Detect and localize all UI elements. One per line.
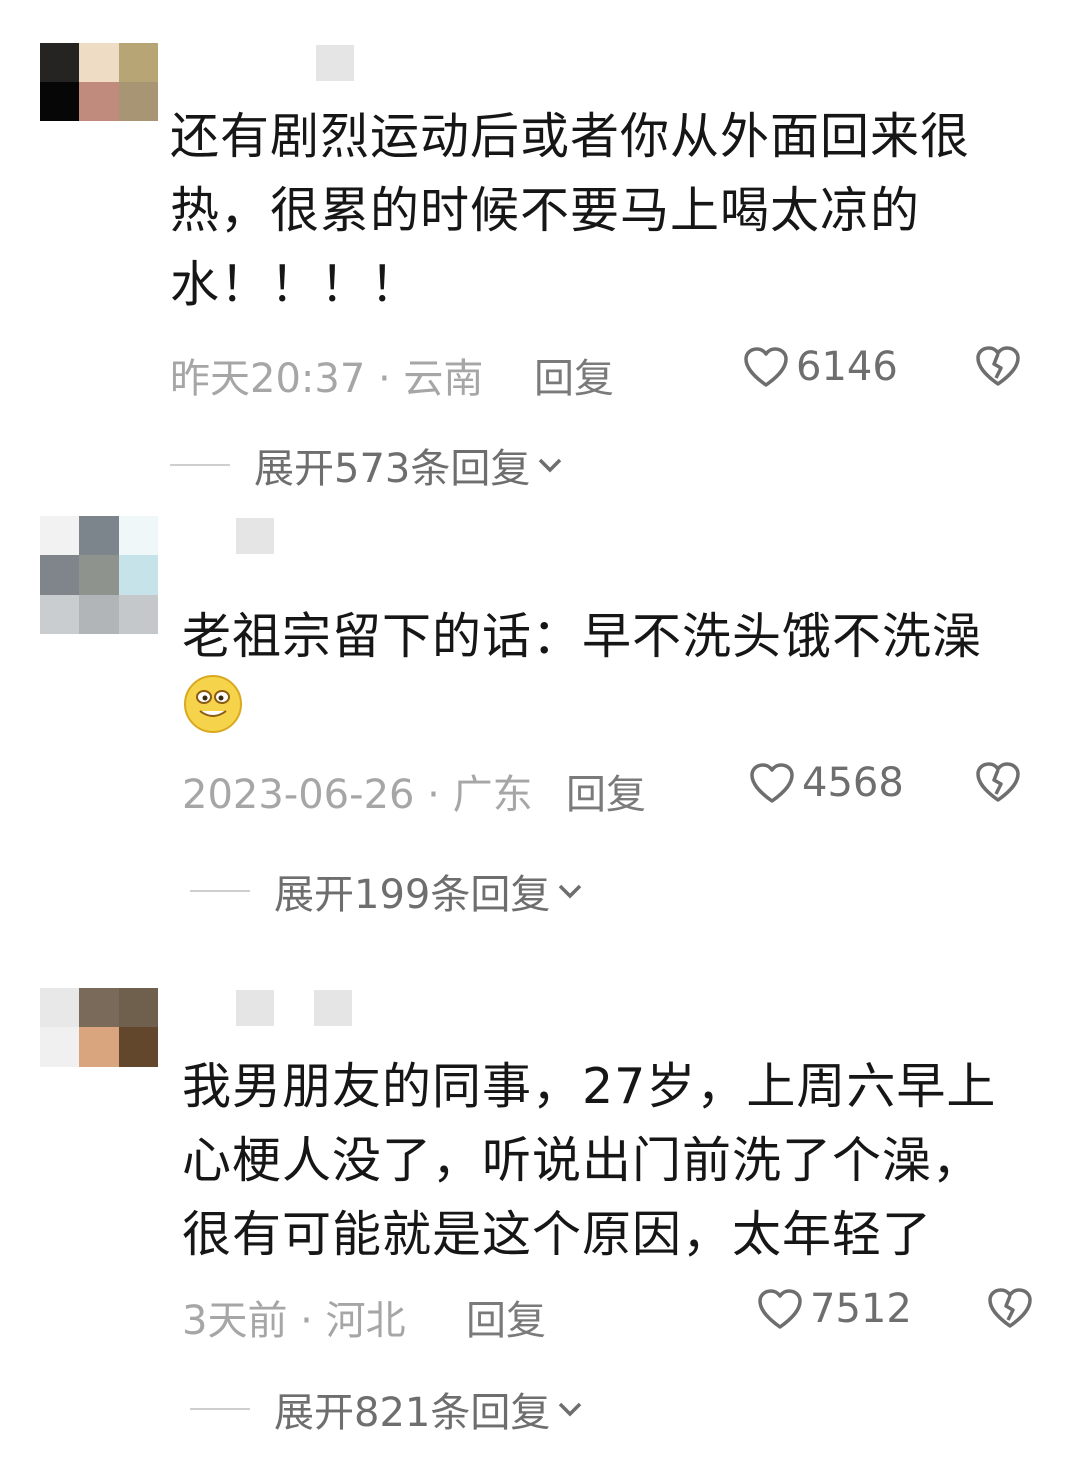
expand-replies-label: 展开573条回复 <box>254 446 531 492</box>
comment-text-line: 心梗人没了，听说出门前洗了个澡， <box>182 1132 983 1189</box>
comment-meta: 2023-06-26 · 广东 回复 4568 <box>182 756 1080 818</box>
expand-replies[interactable]: 展开821条回复 <box>190 1380 584 1438</box>
expand-replies[interactable]: 展开573条回复 <box>170 436 564 494</box>
username[interactable] <box>236 518 274 554</box>
avatar[interactable] <box>40 988 158 1106</box>
comment-item: 我男朋友的同事，27岁，上周六早上 心梗人没了，听说出门前洗了个澡， 很有可能就… <box>0 960 1080 1474</box>
avatar[interactable] <box>40 516 158 634</box>
comment-item: 还有剧烈运动后或者你从外面回来很 热，很累的时候不要马上喝太凉的 水！！！！ 昨… <box>0 0 1080 500</box>
expand-replies-label: 展开199条回复 <box>274 872 551 918</box>
dislike-button[interactable] <box>974 344 1022 398</box>
chevron-down-icon <box>559 1402 582 1417</box>
like-button[interactable]: 7512 <box>756 1286 912 1332</box>
comment-time-location: 2023-06-26 · 广东 <box>182 772 533 818</box>
chevron-down-icon <box>539 458 562 473</box>
comment-item: 老祖宗留下的话：早不洗头饿不洗澡 2023-06-26 · 广东 回复 4568… <box>0 500 1080 960</box>
comment-text: 还有剧烈运动后或者你从外面回来很 热，很累的时候不要马上喝太凉的 水！！！！ <box>170 100 1030 322</box>
like-count: 7512 <box>810 1286 912 1332</box>
comment-text-line: 还有剧烈运动后或者你从外面回来很 <box>170 108 971 165</box>
divider-line <box>190 1408 250 1410</box>
chevron-down-icon <box>559 884 582 899</box>
reply-button[interactable]: 回复 <box>466 1288 546 1346</box>
avatar[interactable] <box>40 43 158 121</box>
expand-replies[interactable]: 展开199条回复 <box>190 862 584 920</box>
comment-time-location: 3天前 · 河北 <box>182 1298 406 1344</box>
comment-text-line: 很有可能就是这个原因，太年轻了 <box>182 1206 933 1263</box>
username[interactable] <box>236 990 352 1026</box>
comment-time-location: 昨天20:37 · 云南 <box>170 356 484 402</box>
broken-heart-icon <box>988 1288 1032 1328</box>
broken-heart-icon <box>976 762 1020 802</box>
comment-text-line: 水！！！！ <box>170 256 421 313</box>
reply-button[interactable]: 回复 <box>534 346 614 404</box>
reply-button[interactable]: 回复 <box>566 762 646 820</box>
broken-heart-icon <box>976 346 1020 386</box>
username[interactable] <box>316 45 354 81</box>
like-button[interactable]: 4568 <box>748 760 904 806</box>
comment-meta: 3天前 · 河北 回复 7512 <box>182 1282 1080 1344</box>
expand-replies-label: 展开821条回复 <box>274 1390 551 1436</box>
grinning-emoji-icon <box>184 675 242 733</box>
divider-line <box>190 890 250 892</box>
comment-text: 老祖宗留下的话：早不洗头饿不洗澡 <box>182 600 1042 674</box>
heart-outline-icon <box>750 763 794 803</box>
like-count: 6146 <box>796 344 898 390</box>
comment-meta: 昨天20:37 · 云南 回复 6146 <box>170 340 1070 402</box>
comment-text-line: 热，很累的时候不要马上喝太凉的 <box>170 182 921 239</box>
heart-outline-icon <box>758 1289 802 1329</box>
like-button[interactable]: 6146 <box>742 344 898 390</box>
comment-text-line: 我男朋友的同事，27岁，上周六早上 <box>182 1058 997 1115</box>
comment-text-line: 老祖宗留下的话：早不洗头饿不洗澡 <box>182 608 983 665</box>
heart-outline-icon <box>744 347 788 387</box>
dislike-button[interactable] <box>986 1286 1034 1340</box>
dislike-button[interactable] <box>974 760 1022 814</box>
divider-line <box>170 464 230 466</box>
like-count: 4568 <box>802 760 904 806</box>
comment-text: 我男朋友的同事，27岁，上周六早上 心梗人没了，听说出门前洗了个澡， 很有可能就… <box>182 1050 1062 1272</box>
